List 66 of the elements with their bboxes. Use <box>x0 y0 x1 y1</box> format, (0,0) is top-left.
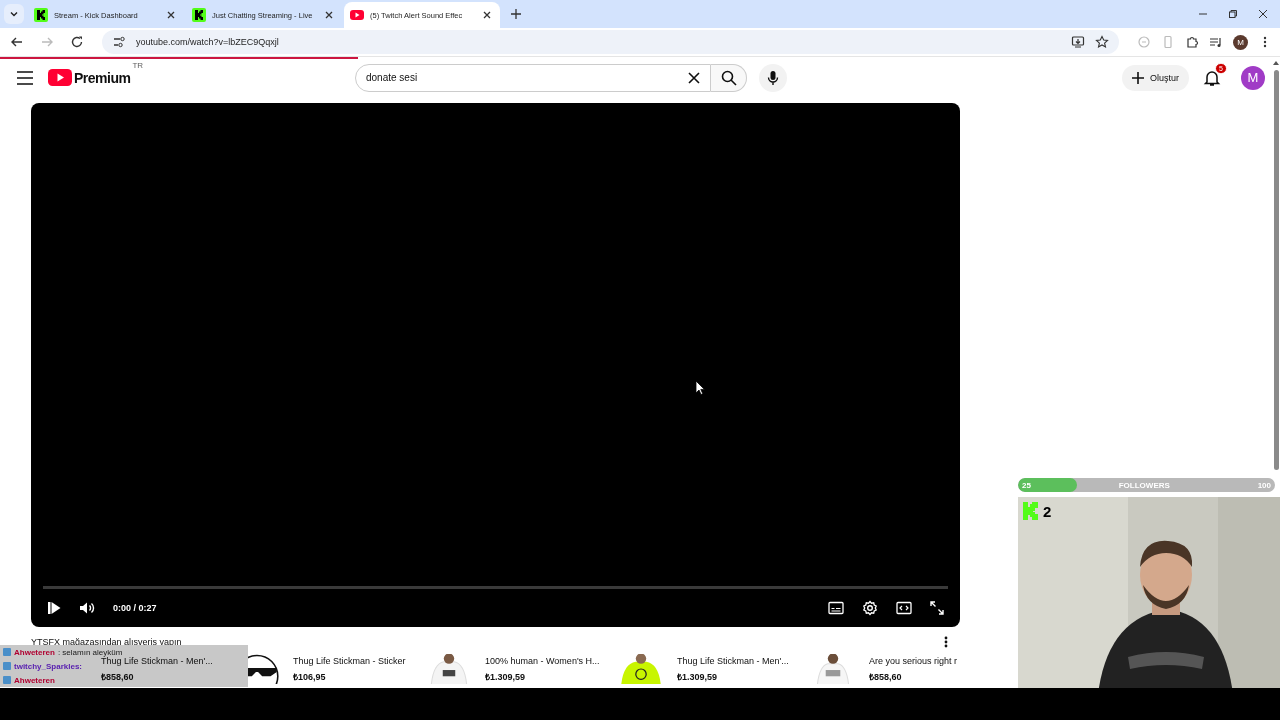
close-icon[interactable] <box>1258 9 1268 19</box>
account-avatar[interactable]: M <box>1241 65 1265 90</box>
product-price: ₺1.309,59 <box>677 670 719 683</box>
cursor-icon <box>695 380 705 395</box>
region-code: TR <box>132 61 144 70</box>
new-tab-icon[interactable] <box>510 8 522 20</box>
site-info-icon[interactable] <box>112 35 126 49</box>
kick-logo-icon <box>1023 502 1039 520</box>
clear-icon[interactable] <box>687 70 701 85</box>
volume-icon[interactable] <box>79 601 95 615</box>
chat-username: Ahweteren <box>14 647 55 657</box>
chat-username: Ahweteren <box>14 675 55 685</box>
time-display: 0:00 / 0:27 <box>113 603 157 613</box>
plus-icon <box>1132 71 1144 84</box>
subtitles-icon[interactable] <box>828 601 844 615</box>
search-button[interactable] <box>711 63 747 92</box>
miniplayer-icon[interactable] <box>896 601 912 615</box>
search-icon <box>720 69 737 86</box>
play-logo-icon[interactable] <box>48 69 72 86</box>
goal-end: 100 <box>1257 480 1272 490</box>
scrollbar-thumb[interactable] <box>1273 70 1279 470</box>
restore-icon[interactable] <box>1228 9 1238 19</box>
product-name[interactable]: Thug Life Stickman - Sticker <box>293 655 406 666</box>
puzzle-icon[interactable] <box>1185 35 1199 49</box>
install-app-icon[interactable] <box>1071 35 1085 49</box>
search-field[interactable]: donate sesi <box>355 63 711 92</box>
play-icon[interactable] <box>47 601 61 615</box>
settings-icon[interactable] <box>862 600 878 616</box>
product-name[interactable]: Thug Life Stickman - Men'... <box>101 655 213 666</box>
product-name[interactable]: 100% human - Women's H... <box>485 655 600 666</box>
chevron-down-icon <box>9 9 19 19</box>
tab-list-button[interactable] <box>4 4 24 24</box>
create-button[interactable]: Oluştur <box>1122 64 1189 91</box>
back-icon[interactable] <box>10 35 24 49</box>
logo-text[interactable]: Premium <box>74 69 131 86</box>
address-bar[interactable]: youtube.com/watch?v=lbZEC9Qqxjl <box>102 30 1119 54</box>
fullscreen-icon[interactable] <box>930 601 944 615</box>
bell-icon[interactable] <box>1203 68 1221 87</box>
media-queue-icon[interactable] <box>1209 35 1223 49</box>
profile-avatar[interactable]: M <box>1233 34 1248 50</box>
product-price: ₺106,95 <box>293 670 327 683</box>
reload-icon[interactable] <box>70 35 84 49</box>
shelf-title: YTSFX mağazasından alışveriş yapın <box>31 637 182 647</box>
youtube-logo-icon <box>350 8 364 22</box>
product-price: ₺858,60 <box>869 670 903 683</box>
kick-logo-icon <box>34 8 48 22</box>
close-icon[interactable] <box>324 10 334 20</box>
menu-icon[interactable] <box>16 70 34 85</box>
url-text: youtube.com/watch?v=lbZEC9Qqxjl <box>136 37 279 47</box>
microphone-icon <box>767 69 779 86</box>
goal-label: FOLLOWERS <box>1117 480 1171 490</box>
more-icon[interactable] <box>944 636 948 648</box>
goal-start: 25 <box>1021 480 1031 490</box>
follower-count: 2 <box>1043 502 1052 520</box>
close-icon[interactable] <box>166 10 176 20</box>
product-name[interactable]: Are you serious right r <box>869 655 958 666</box>
chat-message: : selamın aleyküm <box>57 647 123 657</box>
voice-search-button[interactable] <box>759 63 787 92</box>
star-icon[interactable] <box>1095 35 1109 49</box>
chat-username: twitchy_Sparkles: <box>14 661 83 671</box>
close-icon[interactable] <box>482 10 492 20</box>
kick-logo-icon <box>192 8 206 22</box>
video-player[interactable]: 0:00 / 0:27 <box>31 103 960 627</box>
product-price: ₺858,60 <box>101 670 135 683</box>
product-name[interactable]: Thug Life Stickman - Men'... <box>677 655 789 666</box>
product-price: ₺1.309,59 <box>485 670 527 683</box>
